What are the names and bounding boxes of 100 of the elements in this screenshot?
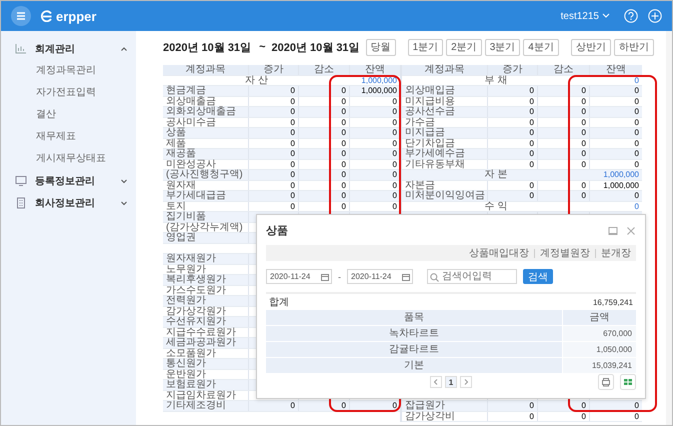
table-cell: 0 — [634, 202, 639, 211]
table-cell: 0 — [392, 128, 397, 138]
table-cell: 영업권 — [166, 233, 196, 242]
table-cell-text: 670,000 — [603, 328, 632, 340]
table-cell: 0 — [392, 149, 397, 158]
date-field[interactable]: 2020-11-24 — [266, 269, 332, 284]
period-button[interactable]: 3분기 — [484, 38, 520, 56]
table-cell: 0 — [392, 191, 397, 200]
table-cell: 0 — [290, 96, 295, 106]
date-field[interactable]: 2020-11-24 — [347, 269, 413, 284]
table-cell: 0 — [530, 138, 534, 148]
help-icon[interactable] — [624, 9, 638, 23]
table-cell: 0 — [290, 138, 295, 148]
table-cell: 외화외상매출금 — [166, 107, 236, 116]
column-header: 품목 — [404, 311, 424, 326]
table-cell: 0 — [582, 86, 586, 96]
submenu-item[interactable]: 결산 — [1, 104, 56, 126]
period-button[interactable]: 4분기 — [523, 38, 559, 56]
table-cell: 0 — [392, 118, 397, 127]
calendar-icon[interactable] — [402, 272, 410, 281]
table-cell: 수선유지원가 — [166, 317, 226, 326]
table-cell: 0 — [290, 180, 295, 190]
logo-text: erpper — [56, 8, 96, 24]
table-cell: 0 — [530, 191, 534, 200]
table-cell: 0 — [342, 107, 346, 116]
menu-item[interactable]: 회계관리 — [35, 42, 112, 56]
chart-icon — [15, 43, 27, 55]
submenu-item[interactable]: 계정과목관리 — [1, 60, 96, 82]
spreadsheet-icon[interactable] — [620, 374, 636, 390]
search-button[interactable]: 검색 — [523, 269, 553, 284]
menu-item[interactable]: 등록정보관리 — [35, 174, 112, 188]
chevron-left-icon[interactable] — [430, 376, 442, 388]
period-button[interactable]: 2분기 — [446, 38, 482, 56]
table-cell: 전력원가 — [166, 296, 206, 306]
add-icon[interactable] — [648, 9, 662, 23]
table-cell: 0 — [582, 191, 586, 200]
search-field[interactable]: 검색어입력 — [427, 269, 517, 284]
ledger-link[interactable]: 계정별원장 — [540, 246, 590, 260]
submenu-item[interactable]: 재무제표 — [1, 126, 76, 148]
column-header: 잔액 — [606, 65, 626, 74]
ledger-link[interactable]: 분개장 — [601, 246, 631, 260]
table-cell: 0 — [582, 107, 586, 116]
user-menu[interactable]: test1215 — [560, 10, 599, 22]
section-label: 수 익 — [484, 202, 508, 211]
chevron-right-icon[interactable] — [460, 376, 472, 388]
page-button[interactable]: 1 — [445, 376, 457, 388]
ledger-link[interactable]: 상품매입대장 — [469, 246, 529, 260]
table-cell: 0 — [634, 191, 639, 200]
table-cell: 0 — [342, 180, 346, 190]
chevron-down-icon[interactable] — [602, 13, 610, 19]
table-cell: 0 — [530, 412, 534, 421]
caret-icon[interactable] — [120, 178, 128, 184]
menu-item[interactable]: 회사정보관리 — [35, 196, 112, 210]
submenu-item[interactable]: 자가전표입력 — [1, 82, 96, 104]
table-cell: 0 — [392, 160, 397, 169]
period-button[interactable]: 1분기 — [408, 38, 444, 56]
table-cell: 부가세대급금 — [166, 191, 226, 200]
table-cell: 0 — [392, 401, 397, 410]
print-icon[interactable] — [598, 374, 614, 390]
table-cell: 미지급금 — [405, 128, 445, 138]
table-cell: 0 — [530, 118, 534, 127]
submenu-item[interactable]: 게시재무상태표 — [1, 148, 106, 170]
table-cell: 토지 — [166, 202, 186, 211]
table-cell: 0 — [530, 401, 534, 410]
close-icon[interactable] — [626, 226, 636, 236]
period-button[interactable]: 상반기 — [570, 38, 611, 56]
table-cell: 0 — [342, 118, 346, 127]
table-cell: 현금계금 — [166, 86, 206, 96]
maximize-icon[interactable] — [608, 226, 618, 236]
building-icon — [15, 197, 27, 209]
table-cell: 0 — [582, 160, 586, 169]
table-cell: 0 — [290, 149, 295, 158]
date-separator: - — [338, 272, 341, 282]
table-cell: 0 — [582, 149, 586, 158]
period-start: 2020년 10월 31일 — [163, 40, 252, 54]
caret-icon[interactable] — [120, 46, 128, 52]
table-cell: 미완성공사 — [166, 160, 216, 169]
table-cell: 0 — [290, 160, 295, 169]
table-cell: 공사선수금 — [405, 107, 455, 116]
column-header: 감소 — [314, 65, 334, 74]
logo-icon — [41, 10, 53, 22]
period-button[interactable]: 당월 — [366, 38, 396, 56]
table-cell: 0 — [582, 138, 586, 148]
calendar-icon[interactable] — [321, 272, 329, 281]
table-cell: 가수금 — [405, 118, 435, 127]
table-cell: 0 — [290, 107, 295, 116]
caret-icon[interactable] — [120, 200, 128, 206]
table-cell: 0 — [634, 118, 639, 127]
table-cell: 0 — [342, 138, 346, 148]
table-cell: 0 — [342, 96, 346, 106]
table-cell: (공사진행청구액) — [166, 170, 243, 180]
period-button[interactable]: 하반기 — [614, 38, 654, 56]
table-cell: 집기비품 — [166, 212, 206, 222]
table-cell: 원자재원가 — [166, 254, 216, 264]
menu-icon[interactable] — [11, 6, 31, 26]
table-cell: 0 — [290, 128, 295, 138]
column-header: 잔액 — [365, 65, 385, 74]
table-cell: 0 — [582, 118, 586, 127]
table-cell: 0 — [634, 138, 639, 148]
table-cell: 0 — [582, 401, 586, 410]
